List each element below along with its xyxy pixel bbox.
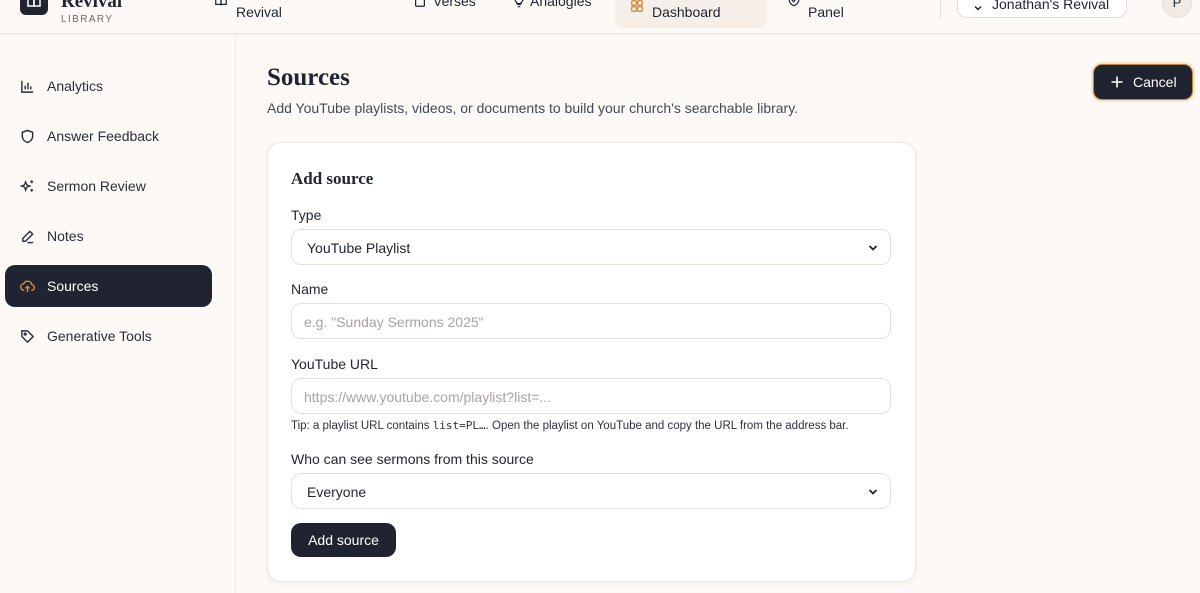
nav-revival-label: Revival <box>236 4 282 20</box>
workspace-switcher[interactable]: Jonathan's Revival <box>957 0 1127 18</box>
add-source-card: Add source Type YouTube Playlist Name e.… <box>267 142 916 582</box>
nav-analogies-label: Analogies <box>530 0 592 9</box>
book-open-icon <box>415 0 425 7</box>
card-title: Add source <box>291 169 374 188</box>
sidebar-item-generative-tools[interactable]: Generative Tools <box>5 315 212 357</box>
sidebar-item-label: Generative Tools <box>47 328 152 344</box>
name-input[interactable]: e.g. "Sunday Sermons 2025" <box>291 303 891 339</box>
tip-code: list=PL… <box>432 419 486 432</box>
visibility-label: Who can see sermons from this source <box>291 451 534 467</box>
sparkles-icon <box>20 179 34 192</box>
chevron-down-icon <box>868 489 878 495</box>
lightbulb-icon <box>514 0 524 8</box>
grid-icon <box>631 0 643 12</box>
nav-dashboard[interactable]: Dashboard <box>615 0 767 28</box>
tip-prefix: Tip: a playlist URL contains <box>291 420 433 432</box>
page-subtitle: Add YouTube playlists, videos, or docume… <box>267 100 799 116</box>
workspace-name: Jonathan's Revival <box>992 0 1110 12</box>
sidebar-item-label: Sources <box>47 278 99 294</box>
name-input-placeholder: e.g. "Sunday Sermons 2025" <box>304 314 484 330</box>
shield-check-icon <box>788 0 800 7</box>
youtube-url-input[interactable]: https://www.youtube.com/playlist?list=..… <box>291 378 891 414</box>
sidebar-item-analytics[interactable]: Analytics <box>5 65 212 107</box>
nav-panel[interactable]: Panel <box>787 0 867 23</box>
sidebar-item-answer-feedback[interactable]: Answer Feedback <box>5 115 212 157</box>
plus-icon <box>1111 76 1123 88</box>
url-label: YouTube URL <box>291 356 378 372</box>
sidebar-item-notes[interactable]: Notes <box>5 215 212 257</box>
nav-revival[interactable]: Revival <box>214 0 294 23</box>
url-input-placeholder: https://www.youtube.com/playlist?list=..… <box>304 389 552 405</box>
nav-dashboard-label: Dashboard <box>652 4 721 20</box>
sidebar-item-label: Analytics <box>47 78 104 94</box>
chevron-down-icon <box>974 5 982 11</box>
cancel-button-label: Cancel <box>1133 74 1177 90</box>
sidebar: Analytics Answer Feedback Sermon Review … <box>0 34 236 593</box>
brand-subtitle: LIBRARY <box>61 14 114 25</box>
sidebar-item-sources[interactable]: Sources <box>5 265 212 307</box>
sidebar-item-label: Answer Feedback <box>47 128 160 144</box>
sidebar-item-label: Sermon Review <box>47 178 146 194</box>
tip-suffix: . Open the playlist on YouTube and copy … <box>485 420 849 432</box>
sidebar-item-label: Notes <box>47 228 84 244</box>
type-label: Type <box>291 207 322 223</box>
name-label: Name <box>291 281 329 297</box>
visibility-select[interactable]: Everyone <box>291 473 891 509</box>
type-select[interactable]: YouTube Playlist <box>291 229 891 265</box>
book-icon <box>215 0 227 6</box>
nav-verses-label: Verses <box>433 0 476 9</box>
nav-analogies[interactable]: Analogies <box>512 0 612 10</box>
nav-verses[interactable]: Verses <box>413 0 493 10</box>
brand-name[interactable]: Revival <box>61 0 122 13</box>
sidebar-item-sermon-review[interactable]: Sermon Review <box>5 165 212 207</box>
cloud-upload-icon <box>20 280 35 292</box>
chevron-down-icon <box>868 245 878 251</box>
bar-chart-icon <box>21 80 34 93</box>
visibility-select-value: Everyone <box>307 484 367 500</box>
book-logo-icon[interactable] <box>20 0 48 15</box>
avatar[interactable]: P <box>1162 0 1192 18</box>
cancel-button[interactable]: Cancel <box>1093 64 1193 100</box>
add-source-button[interactable]: Add source <box>291 523 396 557</box>
top-nav-bar: Revival LIBRARY Revival Verses Analogies… <box>0 0 1200 34</box>
top-divider <box>940 0 941 18</box>
url-tip: Tip: a playlist URL contains list=PL…. O… <box>291 419 849 432</box>
shield-icon <box>21 129 34 143</box>
nav-panel-label: Panel <box>808 4 844 20</box>
type-select-value: YouTube Playlist <box>307 240 411 256</box>
page-title: Sources <box>267 64 350 91</box>
tag-icon <box>21 329 35 343</box>
pencil-icon <box>22 229 34 243</box>
